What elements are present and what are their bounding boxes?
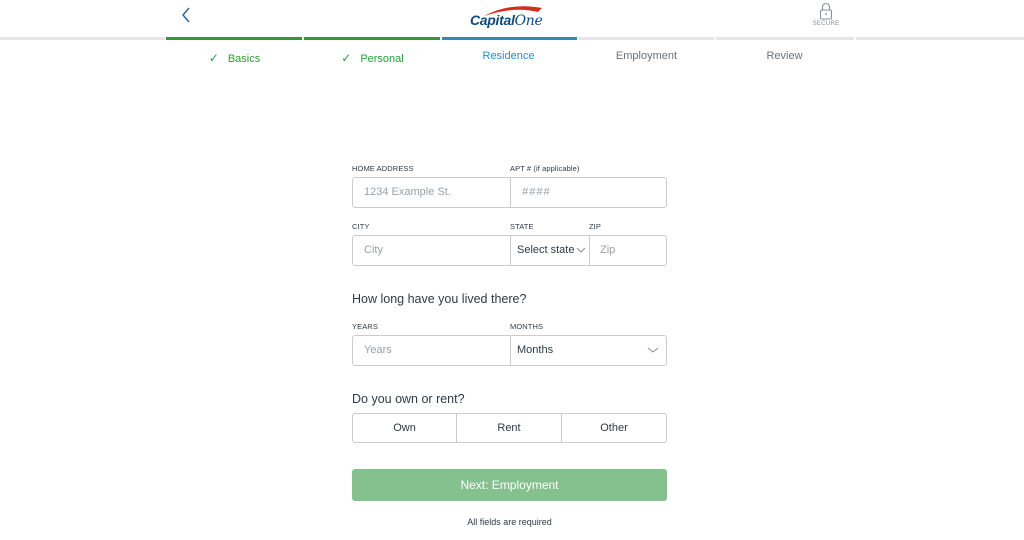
zip-input[interactable]: Zip <box>589 235 667 266</box>
logo-text-script: One <box>514 13 543 29</box>
months-select[interactable]: Months <box>510 335 667 366</box>
header: CapitalOne SECURE <box>0 0 1024 38</box>
lock-icon <box>819 2 833 20</box>
progress-segment-personal <box>304 37 440 40</box>
own-rent-question: Do you own or rent? <box>352 392 465 406</box>
chevron-down-icon <box>576 247 586 253</box>
home-address-label: HOME ADDRESS <box>352 164 414 173</box>
progress-track-right <box>856 37 1024 40</box>
step-tabs: ✓ Basics ✓ Personal Residence Employment R… <box>166 50 856 67</box>
state-selected-value: Select state <box>517 244 575 256</box>
chevron-down-icon <box>647 347 659 353</box>
next-employment-button[interactable]: Next: Employment <box>352 469 667 501</box>
state-select[interactable]: Select state <box>510 235 590 266</box>
secure-indicator: SECURE <box>806 2 846 34</box>
months-label: MONTHS <box>510 322 544 331</box>
progress-segment-residence <box>442 37 577 40</box>
years-input[interactable]: Years <box>352 335 511 366</box>
capital-one-logo: CapitalOne <box>470 4 552 30</box>
required-note: All fields are required <box>467 517 552 527</box>
own-option-button[interactable]: Own <box>352 413 457 443</box>
progress-segment-basics <box>166 37 302 40</box>
step-label: Basics <box>227 53 261 65</box>
city-label: CITY <box>352 222 370 231</box>
city-input[interactable]: City <box>352 235 511 266</box>
progress-segment-employment <box>579 37 714 40</box>
checkmark-icon: ✓ <box>208 51 219 65</box>
chevron-left-icon <box>182 7 190 23</box>
step-label: Personal <box>360 53 404 65</box>
back-button[interactable] <box>178 5 196 25</box>
zip-label: ZIP <box>589 222 601 231</box>
step-label: Employment <box>615 50 678 62</box>
months-selected-value: Months <box>517 344 554 356</box>
step-label: Review <box>766 50 803 62</box>
other-option-button[interactable]: Other <box>561 413 667 443</box>
state-label: STATE <box>510 222 534 231</box>
step-personal[interactable]: ✓ Personal <box>304 51 441 65</box>
duration-question: How long have you lived there? <box>352 292 527 306</box>
years-label: YEARS <box>352 322 378 331</box>
step-review: Review <box>716 50 853 62</box>
rent-option-button[interactable]: Rent <box>456 413 562 443</box>
step-basics[interactable]: ✓ Basics <box>166 51 303 65</box>
step-label: Residence <box>482 50 535 62</box>
home-address-input[interactable]: 1234 Example St. <box>352 177 511 208</box>
logo-text: CapitalOne <box>470 12 543 29</box>
progress-bar <box>0 37 1024 40</box>
step-employment: Employment <box>578 50 715 62</box>
checkmark-icon: ✓ <box>341 51 352 65</box>
secure-label: SECURE <box>812 21 840 27</box>
progress-track-left <box>0 37 165 40</box>
progress-segment-review <box>716 37 854 40</box>
logo-text-bold: Capital <box>470 12 515 28</box>
apt-label: APT # (if applicable) <box>510 164 580 173</box>
step-residence: Residence <box>440 50 577 62</box>
apt-input[interactable]: #### <box>510 177 667 208</box>
